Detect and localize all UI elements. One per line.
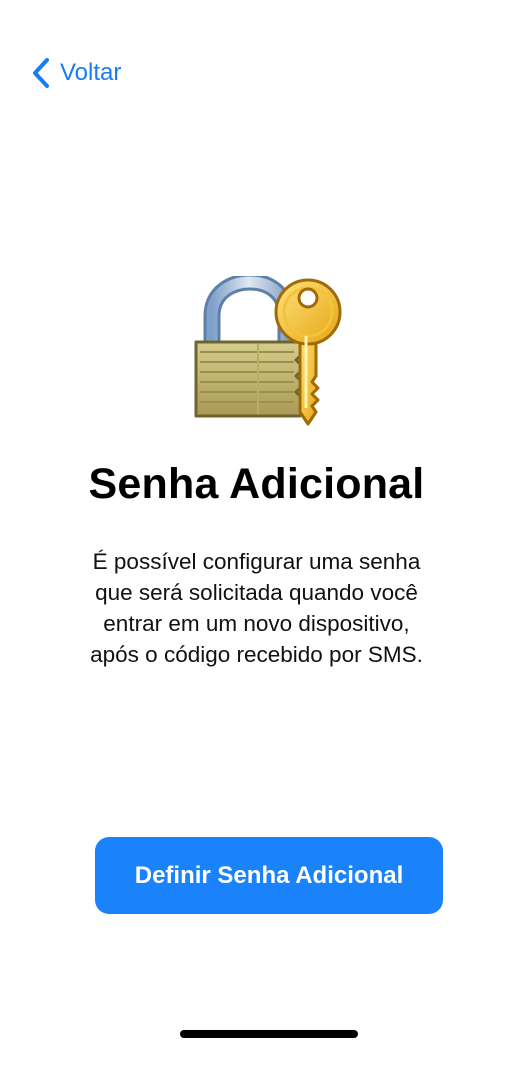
additional-password-screen: Voltar Senha Adicional É possível config… xyxy=(0,0,513,1079)
description: É possível configurar uma senha que será… xyxy=(40,546,473,670)
lock-with-key-icon xyxy=(194,276,342,426)
page-title: Senha Adicional xyxy=(88,460,425,508)
description-line: É possível configurar uma senha xyxy=(92,549,421,574)
description-line: entrar em um novo dispositivo, xyxy=(103,611,410,636)
description-line: que será solicitada quando você xyxy=(95,580,418,605)
chevron-left-icon xyxy=(33,58,49,88)
set-additional-password-button[interactable]: Definir Senha Adicional xyxy=(95,837,443,914)
back-label: Voltar xyxy=(60,59,122,86)
back-button[interactable]: Voltar xyxy=(30,55,121,91)
home-indicator[interactable] xyxy=(180,1030,358,1038)
description-line: após o código recebido por SMS. xyxy=(90,642,423,667)
